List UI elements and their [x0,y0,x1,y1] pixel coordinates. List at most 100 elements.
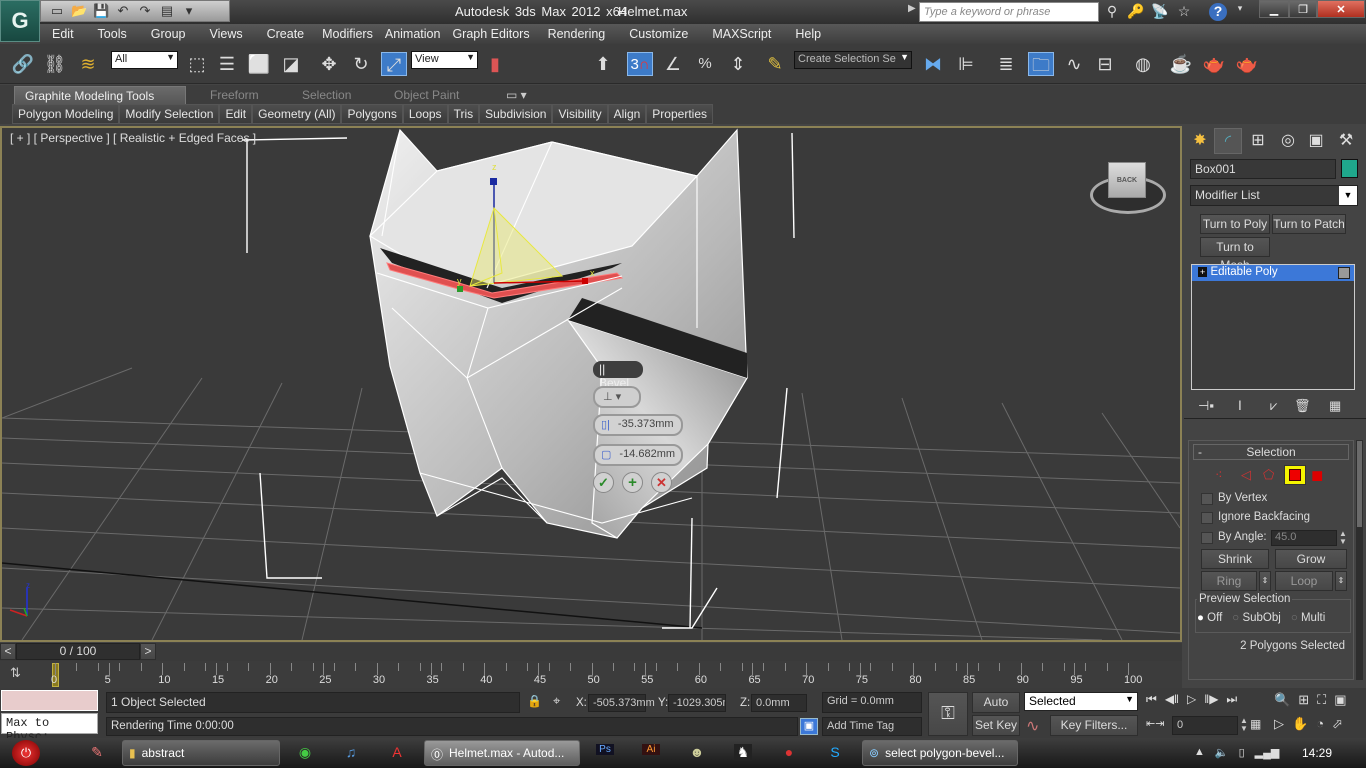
angle-snap-icon[interactable]: ∠ [660,52,686,76]
zoom-icon[interactable]: 🔍 [1274,692,1290,708]
viewcube[interactable]: BACK [1108,162,1146,198]
panel-properties[interactable]: Properties [646,104,713,124]
snaps-toggle-icon[interactable]: 3∩ [627,52,653,76]
undo-icon[interactable]: ↶ [115,3,131,19]
preview-subobj-radio[interactable]: ○ SubObj [1232,612,1281,624]
help-dropdown-icon[interactable]: ▾ [1231,3,1249,21]
maximize-button[interactable]: ❐ [1289,0,1317,18]
search-expand-icon[interactable]: ▶ [908,3,916,14]
vertex-subobject-icon[interactable]: ⁖ [1215,467,1223,483]
curve-editor-icon[interactable]: ∿ [1061,52,1087,76]
pivot-center-icon[interactable]: ▮ [482,52,508,76]
selection-filter-dropdown[interactable]: All ▼ [111,51,178,69]
rectangular-selection-icon[interactable]: ⬜ [246,52,272,76]
caddy-ok-icon[interactable]: ✓ [593,472,614,493]
turn-to-poly-button[interactable]: Turn to Poly [1200,214,1270,234]
modifier-list-dropdown[interactable]: Modifier List ▼ [1190,185,1358,206]
helmet-mesh[interactable] [369,128,748,539]
bevel-height-field[interactable]: ▯| -35.373mm [593,414,683,436]
menu-customize[interactable]: Customize [617,27,700,41]
menu-create[interactable]: Create [255,27,317,41]
angle-spinner-field[interactable]: 45.0 [1271,530,1337,546]
unlink-selection-icon[interactable]: ⛓ [42,52,68,76]
search-input[interactable]: Type a keyword or phrase [919,2,1099,22]
select-object-icon[interactable]: ⬚ [184,52,210,76]
menu-edit[interactable]: Edit [40,27,86,41]
turn-to-patch-button[interactable]: Turn to Patch [1272,214,1346,234]
named-selection-sets-dropdown[interactable]: Create Selection Se ▼ [794,51,912,69]
panel-visibility[interactable]: Visibility [552,104,608,124]
time-slider-thumb[interactable]: 0 / 100 [16,643,140,660]
panel-subdivision[interactable]: Subdivision [479,104,553,124]
maxscript-mini-listener[interactable]: Max to Physc: [1,713,98,744]
preview-off-radio[interactable]: ● Off [1197,612,1222,624]
panel-loops[interactable]: Loops [402,104,448,124]
select-and-link-icon[interactable]: 🔗 [10,52,36,76]
modify-tab-icon[interactable]: ◜ [1214,128,1242,154]
layer-manager-icon[interactable]: ≣ [993,52,1019,76]
y-coordinate-field[interactable]: -1029.305mm [668,694,726,712]
maxscript-mini-listener-top[interactable] [1,690,98,711]
selection-rollout-header[interactable]: - Selection [1193,444,1349,460]
by-angle-checkbox[interactable] [1201,532,1213,544]
panel-modify-selection[interactable]: Modify Selection [119,104,220,124]
menu-modifiers[interactable]: Modifiers [316,27,379,41]
caddy-cancel-icon[interactable]: ✕ [651,472,672,493]
pin-stack-icon[interactable]: ⊣▪ [1198,398,1214,414]
panel-geometry-all[interactable]: Geometry (All) [252,104,342,124]
hierarchy-tab-icon[interactable]: ⊞ [1244,128,1272,154]
menu-graph-editors[interactable]: Graph Editors [446,27,535,41]
zoom-all-icon[interactable]: ⊞ [1298,692,1309,708]
isolate-selection-icon[interactable]: ▣ [800,718,818,735]
select-by-name-icon[interactable]: ☰ [214,52,240,76]
border-subobject-icon[interactable]: ⬠ [1263,467,1274,483]
volume-icon[interactable]: 🔈 [1215,746,1229,759]
menu-maxscript[interactable]: MAXScript [700,27,783,41]
taskbar-item-abstract[interactable]: ▮ abstract [122,740,280,766]
reference-coordinate-dropdown[interactable]: View ▼ [411,51,478,69]
redo-icon[interactable]: ↷ [137,3,153,19]
select-and-scale-icon[interactable]: ⤢ [381,52,407,76]
make-unique-icon[interactable]: ⩗ [1270,398,1277,414]
loop-spinner[interactable]: ⇕ [1335,571,1347,591]
bevel-outline-field[interactable]: ▢ -14.682mm [593,444,683,466]
frame-spinner-arrows[interactable]: ▲ ▼ [1240,717,1248,733]
bind-to-space-warp-icon[interactable]: ≋ [75,52,101,76]
panel-polygon-modeling[interactable]: Polygon Modeling [12,104,120,124]
material-editor-icon[interactable]: ◍ [1130,52,1156,76]
select-and-manipulate-icon[interactable]: ⬆ [590,52,616,76]
key-filters-button[interactable]: Key Filters... [1050,715,1138,736]
loop-button[interactable]: Loop [1275,571,1333,591]
play-icon[interactable]: ▷ [1187,692,1196,707]
selection-lock-icon[interactable]: 🔒 [527,694,542,708]
taskbar-item-select-polygon-bevel[interactable]: ⊚ select polygon-bevel... [862,740,1018,766]
track-bar[interactable]: ⇅ 0 5 10 15 20 25 30 35 40 45 50 55 60 65 70 75 80 85 90 95… [0,661,1182,688]
menu-animation[interactable]: Animation [379,27,447,41]
stack-visibility-toggle[interactable] [1338,267,1350,279]
add-time-tag[interactable]: Add Time Tag [822,717,922,736]
panel-tris[interactable]: Tris [447,104,480,124]
skype-icon[interactable]: S [826,744,844,760]
ignore-backfacing-checkbox[interactable] [1201,512,1213,524]
angle-spinner-arrows[interactable]: ▲ ▼ [1339,530,1347,546]
help-icon[interactable]: ? [1209,3,1227,21]
mini-curve-editor-icon[interactable]: ⇅ [10,665,21,681]
ring-button[interactable]: Ring [1201,571,1257,591]
go-to-start-icon[interactable]: ⏮ [1146,692,1157,707]
percent-snap-icon[interactable]: % [692,52,718,76]
zoom-extents-all-icon[interactable]: ▣ [1334,692,1346,708]
subscription-key-icon[interactable]: 🔑 [1127,3,1145,21]
command-panel-scrollbar[interactable] [1356,440,1363,680]
power-icon[interactable]: ▯ [1239,746,1245,759]
save-icon[interactable]: 💾 [93,3,109,19]
viewport-label-menu[interactable]: [ + ] [ Perspective ] [ Realistic + Edge… [10,131,256,145]
caddy-apply-icon[interactable]: + [622,472,643,493]
new-file-icon[interactable]: ▭ [49,3,65,19]
game-app-icon[interactable]: ☻ [688,744,706,760]
edit-named-selection-icon[interactable]: ✎ [762,52,788,76]
turn-to-mesh-button[interactable]: Turn to Mesh [1200,237,1270,272]
field-of-view-icon[interactable]: ▷ [1274,716,1284,732]
time-configuration-icon[interactable]: ▦ [1250,717,1261,731]
acrobat-icon[interactable]: A [388,744,406,760]
mirror-icon[interactable]: ⧓ [920,52,946,76]
